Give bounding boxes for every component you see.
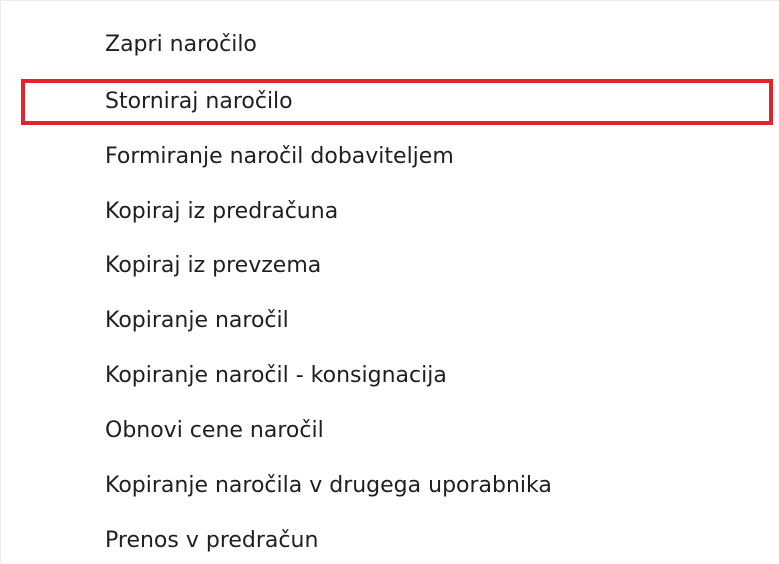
menu-item-obnovi-cene-narocil[interactable]: Obnovi cene naročil [21,408,773,454]
menu-item-storniraj-narocilo[interactable]: Storniraj naročilo [21,79,773,125]
menu-item-kopiranje-narocil-konsignacija[interactable]: Kopiranje naročil - konsignacija [21,353,773,399]
menu-item-prenos-v-predracun[interactable]: Prenos v predračun [21,518,773,564]
menu-item-kopiraj-iz-predracuna[interactable]: Kopiraj iz predračuna [21,189,773,235]
menu-item-kopiranje-narocila-v-drugega-uporabnika[interactable]: Kopiranje naročila v drugega uporabnika [21,463,773,509]
menu-item-kopiraj-iz-prevzema[interactable]: Kopiraj iz prevzema [21,243,773,289]
context-menu: Zapri naročilo Storniraj naročilo Formir… [0,0,779,563]
menu-item-kopiranje-narocil[interactable]: Kopiranje naročil [21,298,773,344]
menu-item-formiranje-narocil-dobaviteljem[interactable]: Formiranje naročil dobaviteljem [21,134,773,180]
menu-item-zapri-narocilo[interactable]: Zapri naročilo [21,22,773,68]
